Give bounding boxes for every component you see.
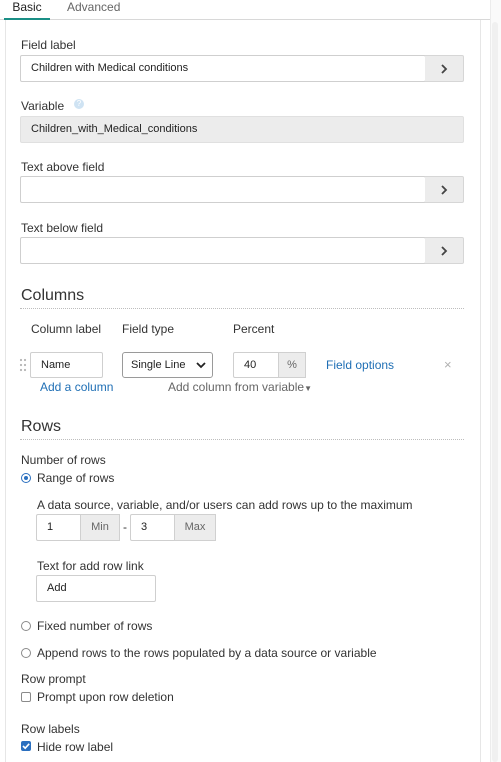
percent-addon: %	[278, 352, 306, 378]
text-above-input[interactable]	[20, 176, 426, 203]
append-rows-label: Append rows to the rows populated by a d…	[37, 646, 377, 660]
field-options-link[interactable]: Field options	[326, 358, 394, 372]
field-label-caption: Field label	[21, 38, 76, 52]
variable-caption: Variable	[21, 99, 65, 113]
append-rows-radio[interactable]	[21, 648, 31, 658]
add-row-link-input[interactable]: Add	[36, 575, 156, 602]
remove-column-icon[interactable]: ×	[444, 357, 452, 372]
field-label-input[interactable]: Children with Medical conditions	[20, 55, 426, 82]
help-icon[interactable]: ?	[74, 99, 84, 109]
add-column-link[interactable]: Add a column	[40, 380, 113, 394]
percent-header: Percent	[233, 322, 275, 336]
text-below-caption: Text below field	[21, 221, 104, 235]
add-row-link-caption: Text for add row link	[37, 559, 144, 573]
columns-divider	[20, 308, 464, 309]
field-type-select-value: Single Line	[131, 359, 186, 371]
variable-input: Children_with_Medical_conditions	[20, 116, 464, 143]
hide-row-label-checkbox[interactable]	[21, 741, 31, 751]
text-above-caption: Text above field	[21, 160, 105, 174]
chevron-right-icon	[441, 63, 448, 74]
chevron-down-icon	[194, 353, 208, 377]
column-name-input[interactable]: Name	[30, 352, 103, 378]
text-below-expand-button[interactable]	[425, 237, 464, 264]
checkmark-icon	[22, 743, 30, 750]
field-type-select[interactable]: Single Line	[122, 352, 213, 378]
rows-divider	[20, 439, 464, 440]
chevron-right-icon	[441, 245, 448, 256]
prompt-row-deletion-checkbox[interactable]	[21, 692, 31, 702]
row-labels-caption: Row labels	[21, 722, 80, 736]
tab-advanced[interactable]: Advanced	[67, 0, 120, 20]
add-column-from-variable-dropdown[interactable]: Add column from variable▼	[168, 380, 312, 394]
max-addon: Max	[174, 514, 216, 541]
columns-section-title: Columns	[21, 287, 85, 304]
chevron-right-icon	[441, 184, 448, 195]
drag-handle-icon[interactable]	[19, 358, 27, 372]
scrollbar-thumb[interactable]	[492, 22, 498, 762]
percent-input[interactable]: 40	[233, 352, 279, 378]
tab-basic[interactable]: Basic	[4, 0, 50, 20]
field-label-expand-button[interactable]	[425, 55, 464, 82]
range-dash: -	[123, 520, 127, 534]
range-of-rows-label: Range of rows	[37, 471, 115, 485]
range-help-text: A data source, variable, and/or users ca…	[37, 498, 413, 512]
text-above-expand-button[interactable]	[425, 176, 464, 203]
hide-row-label-label: Hide row label	[37, 740, 114, 754]
fixed-rows-radio[interactable]	[21, 621, 31, 631]
prompt-row-deletion-label: Prompt upon row deletion	[37, 690, 174, 704]
min-addon: Min	[80, 514, 120, 541]
max-rows-input[interactable]: 3	[130, 514, 175, 541]
row-prompt-caption: Row prompt	[21, 672, 86, 686]
fixed-rows-label: Fixed number of rows	[37, 619, 153, 633]
min-rows-input[interactable]: 1	[36, 514, 81, 541]
field-type-header: Field type	[122, 322, 175, 336]
range-of-rows-radio[interactable]	[21, 473, 31, 483]
text-below-input[interactable]	[20, 237, 426, 264]
add-column-from-variable-label: Add column from variable	[168, 380, 305, 394]
rows-section-title: Rows	[21, 418, 62, 435]
number-of-rows-caption: Number of rows	[21, 453, 106, 467]
column-label-header: Column label	[31, 322, 102, 336]
tab-bar: Basic Advanced	[0, 0, 490, 20]
caret-down-icon: ▼	[304, 384, 312, 393]
